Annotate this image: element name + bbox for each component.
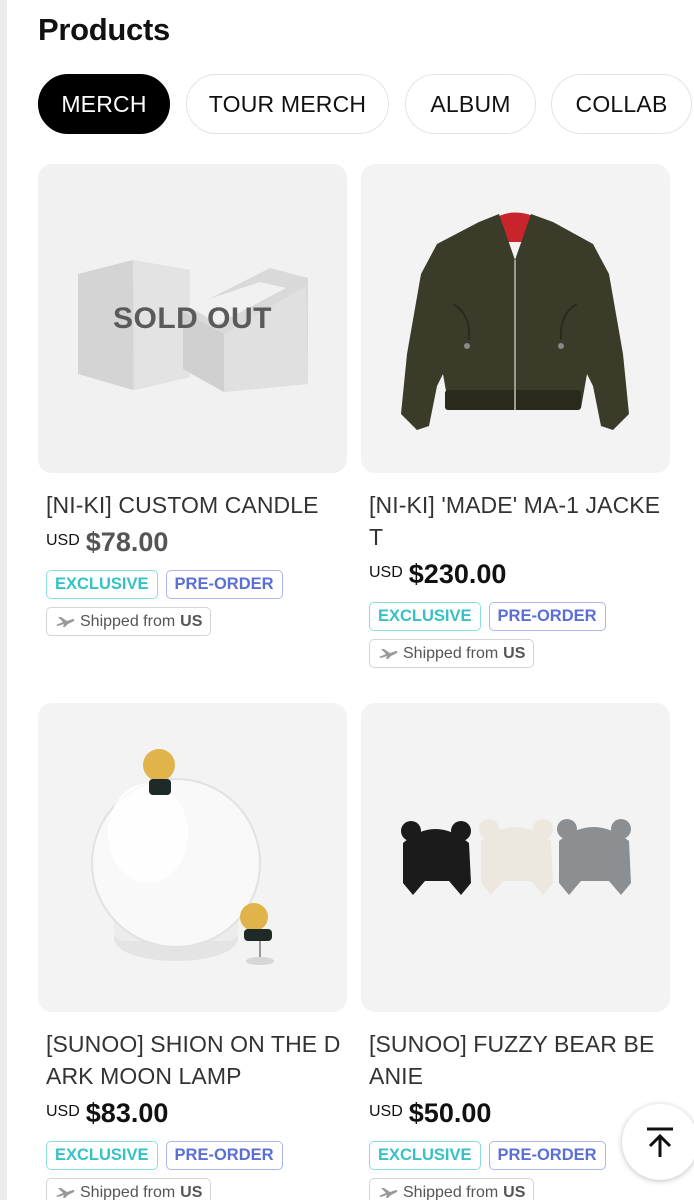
- tab-collab[interactable]: COLLAB: [551, 74, 692, 134]
- product-image-moon-lamp[interactable]: [38, 703, 347, 1012]
- plane-icon: [56, 1187, 75, 1198]
- pre-order-badge: PRE-ORDER: [165, 570, 283, 599]
- product-card[interactable]: SOLD OUT [NI-KI] CUSTOM CANDLE USD $78.0…: [38, 164, 347, 636]
- pre-order-badge: PRE-ORDER: [165, 1141, 283, 1170]
- shipping-badge: Shipped from US: [369, 639, 535, 668]
- beanie-image: [401, 819, 631, 895]
- page-title: Products: [38, 12, 170, 47]
- shipping-prefix: Shipped from: [403, 1183, 499, 1200]
- shipping-prefix: Shipped from: [80, 1183, 176, 1200]
- product-card[interactable]: [NI-KI] 'MADE' MA-1 JACKET USD $230.00 E…: [361, 164, 670, 668]
- exclusive-badge: EXCLUSIVE: [369, 602, 481, 631]
- product-name[interactable]: [NI-KI] 'MADE' MA-1 JACKET: [369, 489, 665, 553]
- jacket-image: [401, 212, 629, 430]
- scroll-to-top-button[interactable]: [622, 1104, 694, 1180]
- currency-label: USD: [369, 1103, 403, 1120]
- product-image-beanie[interactable]: [361, 703, 670, 1012]
- shipping-country: US: [503, 644, 526, 662]
- currency-label: USD: [46, 1103, 80, 1120]
- product-price: $230.00: [408, 559, 507, 589]
- product-card[interactable]: [SUNOO] SHION ON THE DARK MOON LAMP USD …: [38, 703, 347, 1200]
- shipping-country: US: [503, 1183, 526, 1200]
- tab-tour-merch[interactable]: TOUR MERCH: [186, 74, 389, 134]
- shipping-badge: Shipped from US: [369, 1178, 535, 1200]
- arrow-up-to-line-icon: [647, 1127, 673, 1157]
- product-image-jacket[interactable]: [361, 164, 670, 473]
- sold-out-label: SOLD OUT: [113, 301, 272, 335]
- product-name[interactable]: [SUNOO] SHION ON THE DARK MOON LAMP: [46, 1028, 342, 1092]
- exclusive-badge: EXCLUSIVE: [46, 570, 158, 599]
- product-price: $78.00: [85, 527, 169, 557]
- product-card[interactable]: [SUNOO] FUZZY BEAR BEANIE USD $50.00 EXC…: [361, 703, 670, 1200]
- currency-label: USD: [369, 564, 403, 581]
- currency-label: USD: [46, 532, 80, 549]
- moon-lamp-image: [91, 749, 274, 965]
- tab-merch[interactable]: MERCH: [38, 74, 170, 134]
- category-tabs: MERCH TOUR MERCH ALBUM COLLAB: [38, 74, 694, 134]
- plane-icon: [379, 1187, 398, 1198]
- shipping-country: US: [180, 1183, 203, 1200]
- exclusive-badge: EXCLUSIVE: [46, 1141, 158, 1170]
- shipping-country: US: [180, 612, 203, 630]
- product-name[interactable]: [SUNOO] FUZZY BEAR BEANIE: [369, 1028, 665, 1092]
- plane-icon: [56, 616, 75, 627]
- left-edge-divider: [0, 0, 7, 1200]
- pre-order-badge: PRE-ORDER: [488, 602, 606, 631]
- product-name[interactable]: [NI-KI] CUSTOM CANDLE: [46, 489, 342, 521]
- product-price: $83.00: [85, 1098, 169, 1128]
- tab-album[interactable]: ALBUM: [405, 74, 536, 134]
- shipping-prefix: Shipped from: [80, 612, 176, 630]
- plane-icon: [379, 648, 398, 659]
- product-image-candle[interactable]: SOLD OUT: [38, 164, 347, 473]
- pre-order-badge: PRE-ORDER: [488, 1141, 606, 1170]
- product-price: $50.00: [408, 1098, 492, 1128]
- shipping-prefix: Shipped from: [403, 644, 499, 662]
- exclusive-badge: EXCLUSIVE: [369, 1141, 481, 1170]
- shipping-badge: Shipped from US: [46, 1178, 212, 1200]
- shipping-badge: Shipped from US: [46, 607, 212, 636]
- sold-out-overlay: SOLD OUT: [38, 164, 347, 473]
